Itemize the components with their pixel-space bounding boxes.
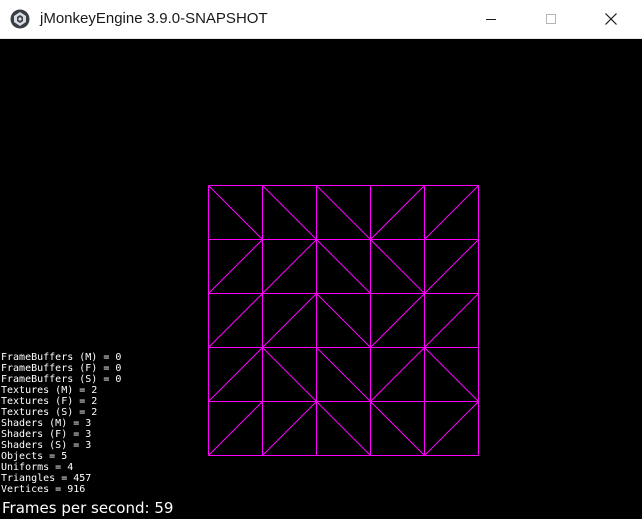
grid-diagonal-edge [208,401,263,456]
stat-line: FrameBuffers (F) = 0 [1,363,122,374]
render-viewport[interactable]: FrameBuffers (M) = 0 FrameBuffers (F) = 0… [0,39,642,519]
grid-diagonal-edge [316,401,371,456]
maximize-button[interactable] [528,0,574,38]
stat-line: Shaders (M) = 3 [1,418,92,429]
grid-diagonal-edge [208,293,263,348]
app-window: jMonkeyEngine 3.9.0-SNAPSHOT FrameBuffer… [0,0,642,519]
minimize-icon [486,19,496,20]
stat-line: Textures (S) = 2 [1,407,98,418]
minimize-button[interactable] [468,0,514,38]
stat-line: Textures (M) = 2 [1,385,98,396]
grid-diagonal-edge [208,347,263,402]
stat-line: Triangles = 457 [1,473,92,484]
stat-line: FrameBuffers (S) = 0 [1,374,122,385]
grid-diagonal-edge [370,185,425,240]
grid-diagonal-edge [424,239,479,294]
stats-panel: FrameBuffers (M) = 0 FrameBuffers (F) = 0… [1,352,121,495]
maximize-icon [546,14,556,24]
grid-diagonal-edge [262,401,317,456]
stat-line: Shaders (S) = 3 [1,440,92,451]
grid-diagonal-edge [316,293,371,348]
grid-diagonal-edge [316,347,371,402]
grid-diagonal-edge [424,401,479,456]
window-title: jMonkeyEngine 3.9.0-SNAPSHOT [40,10,268,27]
stat-line: Shaders (F) = 3 [1,429,92,440]
grid-diagonal-edge [262,293,317,348]
grid-diagonal-edge [424,185,479,240]
stat-line: Vertices = 916 [1,484,86,495]
stat-line: Uniforms = 4 [1,462,74,473]
close-icon [605,13,617,25]
stat-line: Textures (F) = 2 [1,396,98,407]
grid-diagonal-edge [370,239,425,294]
close-button[interactable] [588,0,634,38]
grid-diagonal-edge [208,239,263,294]
grid-diagonal-edge [424,293,479,348]
grid-diagonal-edge [262,347,317,402]
grid-diagonal-edge [370,401,425,456]
jmonkeyengine-logo-icon [10,9,30,29]
grid-diagonal-edge [316,239,371,294]
grid-diagonal-edge [370,293,425,348]
fps-counter: Frames per second: 59 [2,499,174,517]
grid-diagonal-edge [208,185,263,240]
stat-line: Objects = 5 [1,451,68,462]
grid-diagonal-edge [424,347,479,402]
grid-diagonal-edge [262,239,317,294]
stat-line: FrameBuffers (M) = 0 [1,352,122,363]
title-bar[interactable]: jMonkeyEngine 3.9.0-SNAPSHOT [0,0,642,39]
grid-diagonal-edge [370,347,425,402]
grid-diagonal-edge [316,185,371,240]
grid-diagonal-edge [262,185,317,240]
